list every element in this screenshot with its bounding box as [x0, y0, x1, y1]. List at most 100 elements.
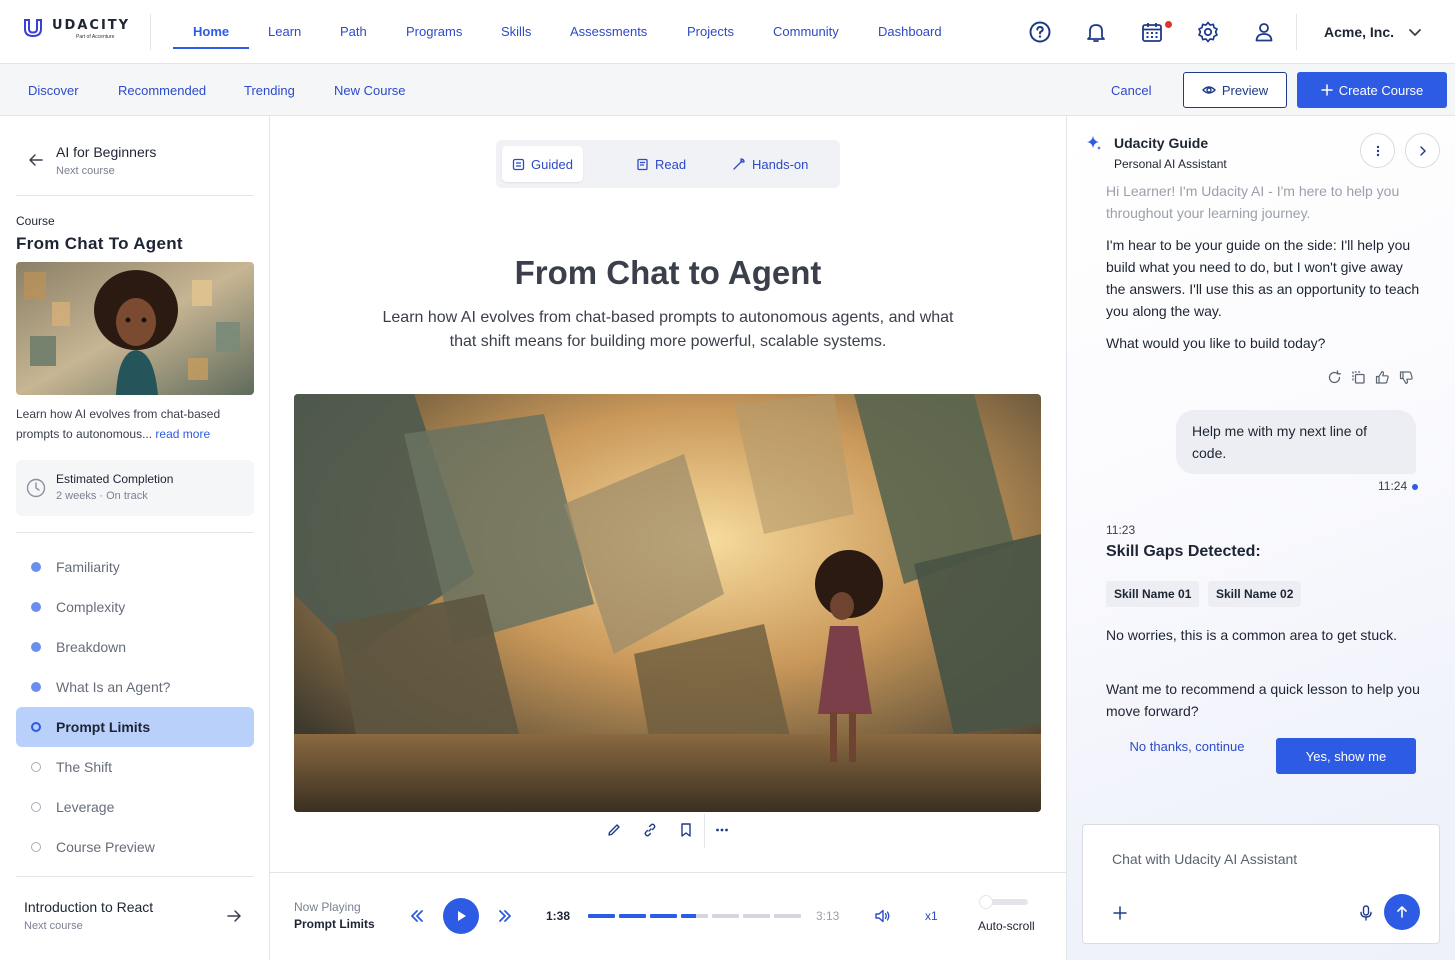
subnav-recommended[interactable]: Recommended — [118, 83, 206, 98]
assistant-title: Udacity Guide — [1114, 135, 1209, 151]
nav-projects[interactable]: Projects — [687, 24, 734, 39]
forward-arrow-icon[interactable] — [226, 908, 242, 924]
lesson-status-dot — [31, 722, 41, 732]
yes-show-me-button[interactable]: Yes, show me — [1276, 738, 1416, 774]
lesson-status-dot — [31, 562, 41, 572]
play-button[interactable] — [443, 898, 479, 934]
regenerate-icon[interactable] — [1327, 370, 1342, 385]
list-icon — [512, 158, 525, 170]
lesson-label: Complexity — [56, 599, 126, 615]
nav-path[interactable]: Path — [340, 24, 367, 39]
subnav-new-course[interactable]: New Course — [334, 83, 406, 98]
subnav-discover[interactable]: Discover — [28, 83, 79, 98]
collapse-panel-button[interactable] — [1405, 133, 1440, 168]
lesson-description: Learn how AI evolves from chat-based pro… — [382, 309, 954, 350]
book-icon — [637, 158, 648, 170]
tab-read[interactable]: Read — [626, 146, 696, 182]
next-course-title[interactable]: Introduction to React — [24, 899, 153, 915]
chevron-down-icon[interactable] — [1403, 20, 1427, 44]
brand-sub: Part of Accenture — [76, 34, 115, 40]
auto-scroll-toggle[interactable] — [978, 895, 1030, 909]
read-more-link[interactable]: read more — [155, 427, 210, 441]
lesson-item[interactable]: Course Preview — [16, 827, 254, 867]
udacity-logo-icon — [24, 19, 42, 38]
course-thumbnail — [16, 262, 254, 395]
lesson-status-dot — [31, 762, 41, 772]
lesson-label: Course Preview — [56, 839, 155, 855]
lesson-item[interactable]: Complexity — [16, 587, 254, 627]
nav-home[interactable]: Home — [193, 24, 229, 39]
cancel-button[interactable]: Cancel — [1111, 83, 1151, 98]
nav-skills[interactable]: Skills — [501, 24, 531, 39]
lesson-item[interactable]: Familiarity — [16, 547, 254, 587]
nav-dashboard[interactable]: Dashboard — [878, 24, 942, 39]
pencil-icon[interactable] — [606, 822, 622, 838]
volume-icon[interactable] — [875, 909, 891, 923]
tab-guided[interactable]: Guided — [502, 146, 583, 182]
divider — [16, 532, 254, 533]
udacity-logo[interactable]: UDACITY Part of Accenture — [22, 16, 130, 40]
course-description: Learn how AI evolves from chat-based pro… — [16, 404, 254, 444]
user-icon[interactable] — [1252, 20, 1276, 44]
subnav-trending[interactable]: Trending — [244, 83, 295, 98]
attach-plus-icon[interactable] — [1112, 905, 1128, 921]
course-sidebar: AI for Beginners Next course Course From… — [0, 116, 270, 960]
send-button[interactable] — [1384, 894, 1420, 930]
play-icon — [458, 911, 466, 921]
chevron-right-icon — [1419, 145, 1426, 156]
nav-programs[interactable]: Programs — [406, 24, 462, 39]
copy-icon[interactable] — [1351, 370, 1366, 385]
previous-course-sub: Next course — [56, 165, 115, 177]
chat-input[interactable] — [1112, 851, 1412, 867]
tab-hands-on-label: Hands-on — [752, 156, 809, 172]
lesson-item[interactable]: Prompt Limits — [16, 707, 254, 747]
lesson-item[interactable]: Leverage — [16, 787, 254, 827]
nav-assessments[interactable]: Assessments — [570, 24, 647, 39]
eye-icon — [1201, 86, 1216, 94]
nav-community[interactable]: Community — [773, 24, 839, 39]
lesson-title: From Chat to Agent — [514, 254, 822, 291]
help-icon[interactable] — [1028, 20, 1052, 44]
back-arrow-icon[interactable] — [28, 152, 44, 168]
progress-segment — [712, 914, 739, 918]
gear-icon[interactable] — [1196, 20, 1220, 44]
skill-chip[interactable]: Skill Name 01 — [1106, 581, 1200, 607]
bell-icon[interactable] — [1084, 20, 1108, 44]
more-icon[interactable] — [714, 822, 730, 838]
assistant-menu-button[interactable] — [1360, 133, 1395, 168]
org-name[interactable]: Acme, Inc. — [1324, 24, 1394, 40]
fast-forward-icon[interactable] — [498, 910, 512, 922]
lesson-status-dot — [31, 602, 41, 612]
progress-segment — [588, 914, 615, 918]
previous-course-title[interactable]: AI for Beginners — [56, 144, 156, 160]
microphone-icon[interactable] — [1357, 904, 1375, 922]
lesson-item[interactable]: Breakdown — [16, 627, 254, 667]
divider — [1296, 14, 1297, 50]
rewind-icon[interactable] — [410, 910, 424, 922]
no-thanks-button[interactable]: No thanks, continue — [1122, 739, 1252, 754]
playback-speed[interactable]: x1 — [925, 909, 938, 923]
lesson-label: The Shift — [56, 759, 113, 775]
nav-active-indicator — [173, 47, 249, 49]
lesson-label: Breakdown — [56, 639, 127, 655]
now-playing-title: Prompt Limits — [294, 917, 375, 931]
course-kicker: Course — [16, 214, 55, 228]
image-toolbar — [598, 814, 738, 848]
create-course-button[interactable]: Create Course — [1297, 72, 1447, 108]
divider — [150, 14, 151, 50]
link-icon[interactable] — [642, 822, 658, 838]
elapsed-time: 1:38 — [546, 909, 571, 923]
lesson-item[interactable]: What Is an Agent? — [16, 667, 254, 707]
create-course-label: Create Course — [1338, 82, 1424, 98]
bookmark-icon[interactable] — [678, 822, 694, 838]
next-course-sub: Next course — [24, 920, 83, 932]
audio-player: Now Playing Prompt Limits 1:38 3:13 x1 A… — [270, 872, 1066, 960]
skill-chip[interactable]: Skill Name 02 — [1208, 581, 1302, 607]
thumbs-down-icon[interactable] — [1399, 370, 1414, 385]
lesson-item[interactable]: The Shift — [16, 747, 254, 787]
nav-learn[interactable]: Learn — [268, 24, 301, 39]
tab-hands-on[interactable]: Hands-on — [722, 146, 818, 182]
calendar-icon[interactable] — [1140, 20, 1164, 44]
thumbs-up-icon[interactable] — [1375, 370, 1390, 385]
preview-button[interactable]: Preview — [1183, 72, 1287, 108]
